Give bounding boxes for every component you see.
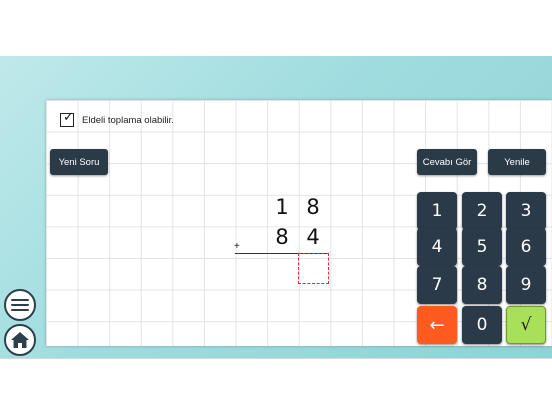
key-2[interactable]: 2 — [462, 192, 502, 230]
menu-button[interactable] — [4, 289, 36, 321]
backspace-key[interactable]: ← — [417, 306, 457, 344]
submit-key[interactable]: √ — [506, 306, 546, 344]
bottom-bar — [0, 358, 552, 414]
key-8[interactable]: 8 — [462, 266, 502, 304]
home-icon — [11, 332, 29, 348]
bottom-ones-digit: 4 — [306, 225, 320, 249]
key-3[interactable]: 3 — [506, 192, 546, 230]
plus-sign: + — [234, 241, 240, 252]
key-7[interactable]: 7 — [417, 266, 457, 304]
carry-label: Eldeli toplama olabilir. — [82, 114, 174, 126]
key-4[interactable]: 4 — [417, 228, 457, 266]
key-1[interactable]: 1 — [417, 192, 457, 230]
key-0[interactable]: 0 — [462, 306, 502, 344]
home-button[interactable] — [4, 324, 36, 356]
carry-checkbox[interactable]: ✓ — [60, 110, 74, 127]
checkmark-icon: ✓ — [63, 110, 74, 125]
answer-input-box[interactable] — [298, 253, 329, 284]
top-bar — [0, 0, 552, 56]
show-answer-button[interactable]: Cevabı Gör — [417, 149, 477, 175]
key-9[interactable]: 9 — [506, 266, 546, 304]
menu-icon — [11, 299, 29, 311]
refresh-button[interactable]: Yenile — [488, 149, 546, 175]
new-question-button[interactable]: Yeni Soru — [50, 149, 108, 175]
top-ones-digit: 8 — [306, 195, 320, 219]
bottom-tens-digit: 8 — [275, 225, 289, 249]
key-6[interactable]: 6 — [506, 228, 546, 266]
top-tens-digit: 1 — [275, 195, 289, 219]
key-5[interactable]: 5 — [462, 228, 502, 266]
carry-option[interactable]: ✓ Eldeli toplama olabilir. — [60, 110, 174, 129]
